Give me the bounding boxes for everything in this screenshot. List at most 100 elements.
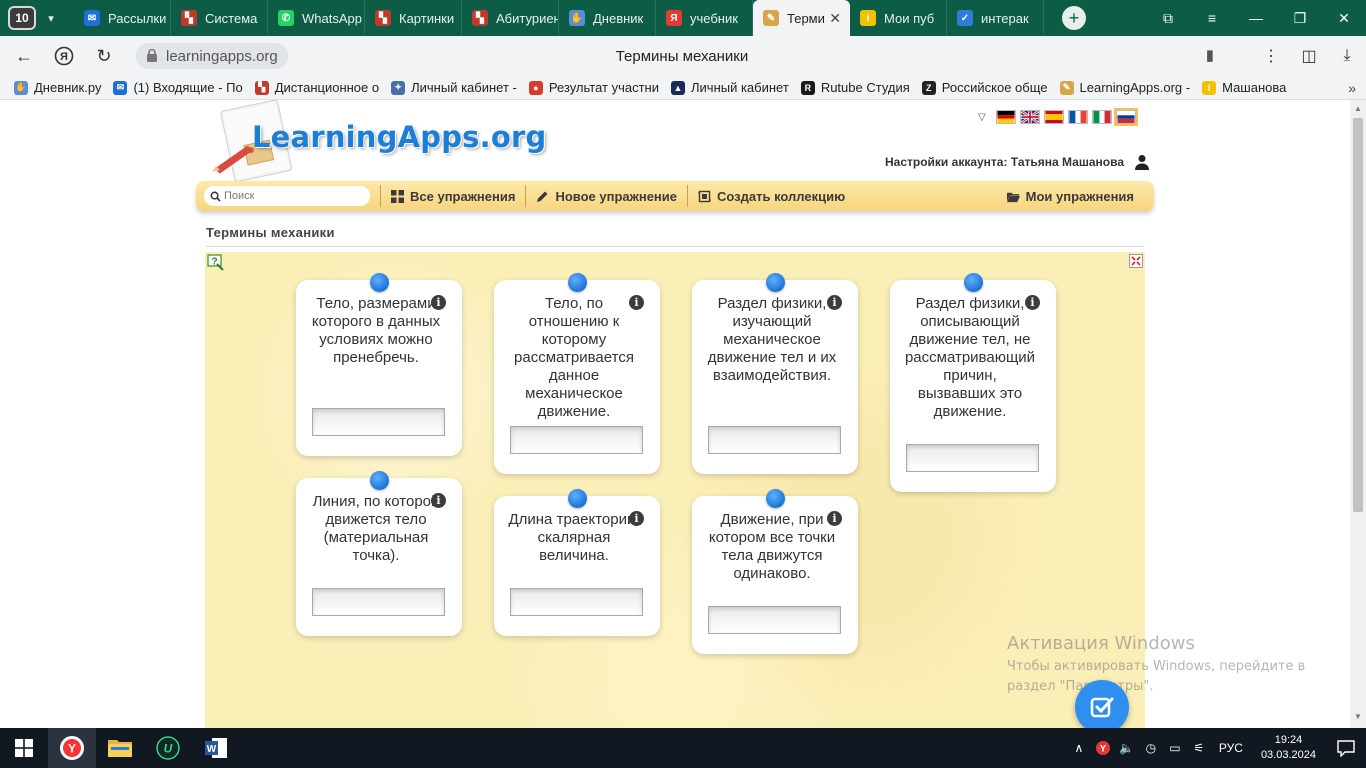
scroll-up-icon[interactable]: ▲: [1354, 104, 1362, 113]
browser-tab[interactable]: ✎ Терми ✕: [753, 0, 850, 36]
collection-icon: [698, 190, 712, 202]
answer-drop-slot[interactable]: [906, 444, 1039, 472]
answer-drop-slot[interactable]: [312, 408, 445, 436]
browser-tab[interactable]: i Мои пуб: [850, 0, 947, 36]
bookmarks-panel-icon[interactable]: ⧉: [1146, 0, 1190, 36]
network-icon[interactable]: ⚟: [1187, 728, 1211, 768]
browser-tab-label: интерак: [981, 10, 1029, 26]
term-card: i Тело, размерами которого в данных услов…: [296, 273, 462, 456]
url-domain-pill[interactable]: learningapps.org: [136, 43, 288, 69]
downloads-icon[interactable]: ⤓: [1328, 36, 1366, 76]
menu-all-exercises[interactable]: Все упражнения: [391, 189, 515, 204]
account-settings-link[interactable]: Настройки аккаунта: Татьяна Машанова: [885, 154, 1150, 170]
flag-es-icon[interactable]: [1043, 110, 1064, 124]
scrollbar-thumb[interactable]: [1353, 118, 1363, 512]
clock-tray-icon[interactable]: ◷: [1139, 728, 1163, 768]
language-selector: ▽: [978, 108, 1140, 126]
bookmarks-more-icon[interactable]: »: [1348, 80, 1356, 96]
svg-text:Y: Y: [68, 742, 76, 756]
browser-tab[interactable]: Яучебник: [656, 0, 753, 36]
bookmark-item[interactable]: ✎ LearningApps.org -: [1059, 80, 1190, 95]
folder-open-icon: [1006, 192, 1020, 202]
answer-drop-slot[interactable]: [510, 426, 643, 454]
info-icon: i: [1202, 80, 1217, 95]
input-language[interactable]: РУС: [1219, 741, 1243, 755]
flag-it-icon[interactable]: [1091, 110, 1112, 124]
browser-tab[interactable]: ▚ Картинки: [365, 0, 462, 36]
new-tab-button[interactable]: +: [1062, 6, 1086, 30]
check-answers-button[interactable]: [1075, 680, 1129, 728]
menu-my-exercises[interactable]: Мои упражнения: [1006, 189, 1134, 204]
pin-icon: [766, 273, 785, 292]
close-tab-icon[interactable]: ✕: [829, 10, 841, 27]
browser-tab[interactable]: ▚ Система: [171, 0, 268, 36]
answer-drop-slot[interactable]: [708, 426, 841, 454]
back-button[interactable]: ←: [4, 36, 44, 76]
menu-divider: [380, 185, 381, 207]
help-icon[interactable]: ?: [207, 254, 225, 272]
chevron-down-icon[interactable]: ▾: [40, 6, 62, 30]
flag-de-icon[interactable]: [995, 110, 1016, 124]
scroll-down-icon[interactable]: ▼: [1354, 712, 1362, 721]
bookmark-item[interactable]: i Машанова: [1202, 80, 1286, 95]
bookmark-item[interactable]: R Rutube Студия: [800, 80, 910, 95]
taskbar-clock[interactable]: 19:24 03.03.2024: [1261, 733, 1316, 763]
browser-tab[interactable]: ✓ интерак: [947, 0, 1044, 36]
bookmark-item[interactable]: ● Результат участни: [528, 80, 659, 95]
term-card: i Линия, по которой движется тело (матери…: [296, 471, 462, 636]
volume-icon[interactable]: 🔈: [1115, 728, 1139, 768]
extensions-icon[interactable]: ◫: [1290, 36, 1328, 76]
answer-drop-slot[interactable]: [312, 588, 445, 616]
language-dropdown-icon[interactable]: ▽: [978, 112, 986, 123]
restore-button[interactable]: ❐: [1278, 0, 1322, 36]
bookmark-item[interactable]: ▲ Личный кабинет: [671, 80, 789, 95]
mail-icon: ✉: [84, 10, 100, 26]
minimize-button[interactable]: —: [1234, 0, 1278, 36]
notifications-button[interactable]: [1326, 728, 1366, 768]
answer-drop-slot[interactable]: [708, 606, 841, 634]
menu-create-collection[interactable]: Создать коллекцию: [698, 189, 845, 204]
bookmark-item[interactable]: ✦ Личный кабинет -: [391, 80, 517, 95]
taskbar-yandex-browser[interactable]: Y: [48, 728, 96, 768]
chevron-up-icon[interactable]: ∧: [1067, 728, 1091, 768]
reload-button[interactable]: ↻: [84, 36, 124, 76]
browser-tab[interactable]: ✋ Дневник: [559, 0, 656, 36]
info-icon[interactable]: i: [1025, 295, 1040, 310]
browser-tab[interactable]: ▚ Абитуриент: [462, 0, 559, 36]
info-icon[interactable]: i: [827, 295, 842, 310]
info-icon[interactable]: i: [431, 295, 446, 310]
yandex-tray-icon[interactable]: Y: [1091, 728, 1115, 768]
term-definition: Линия, по которой движется тело (материа…: [312, 493, 440, 564]
info-icon[interactable]: i: [827, 511, 842, 526]
flag-fr-icon[interactable]: [1067, 110, 1088, 124]
fullscreen-icon[interactable]: [1129, 254, 1143, 268]
bookmark-item[interactable]: ▚ Дистанционное о: [254, 80, 379, 95]
flag-en-icon[interactable]: [1019, 110, 1040, 124]
browser-tab[interactable]: ✉ Рассылки: [74, 0, 171, 36]
menu-new-exercise[interactable]: Новое упражнение: [536, 189, 677, 204]
answer-drop-slot[interactable]: [510, 588, 643, 616]
info-icon[interactable]: i: [431, 493, 446, 508]
info-icon[interactable]: i: [629, 295, 644, 310]
yandex-icon[interactable]: Я: [44, 36, 84, 76]
battery-icon[interactable]: ▭: [1163, 728, 1187, 768]
tab-counter-button[interactable]: 10: [8, 6, 36, 30]
bookmark-icon[interactable]: ▮: [1206, 46, 1214, 64]
site-logo-text[interactable]: LearningApps.org: [252, 120, 546, 154]
close-window-button[interactable]: ✕: [1322, 0, 1366, 36]
info-icon[interactable]: i: [629, 511, 644, 526]
bookmark-item[interactable]: Z Российское обще: [921, 80, 1048, 95]
taskbar-file-explorer[interactable]: [96, 728, 144, 768]
more-vertical-icon[interactable]: ⋮: [1252, 36, 1290, 76]
taskbar-app-u[interactable]: U: [144, 728, 192, 768]
flag-ru-icon[interactable]: [1113, 108, 1138, 126]
browser-tab[interactable]: ✆ WhatsApp: [268, 0, 365, 36]
menu-icon[interactable]: ≡: [1190, 0, 1234, 36]
address-bar[interactable]: learningapps.org Термины механики ▮: [136, 42, 1228, 70]
taskbar-word[interactable]: W: [192, 728, 240, 768]
bookmark-item[interactable]: ✉ (1) Входящие - По: [113, 80, 243, 95]
search-input[interactable]: Поиск: [204, 186, 370, 206]
bookmark-item[interactable]: ✋ Дневник.ру: [14, 80, 101, 95]
start-button[interactable]: [0, 728, 48, 768]
page-scrollbar[interactable]: ▲ ▼: [1350, 100, 1366, 728]
